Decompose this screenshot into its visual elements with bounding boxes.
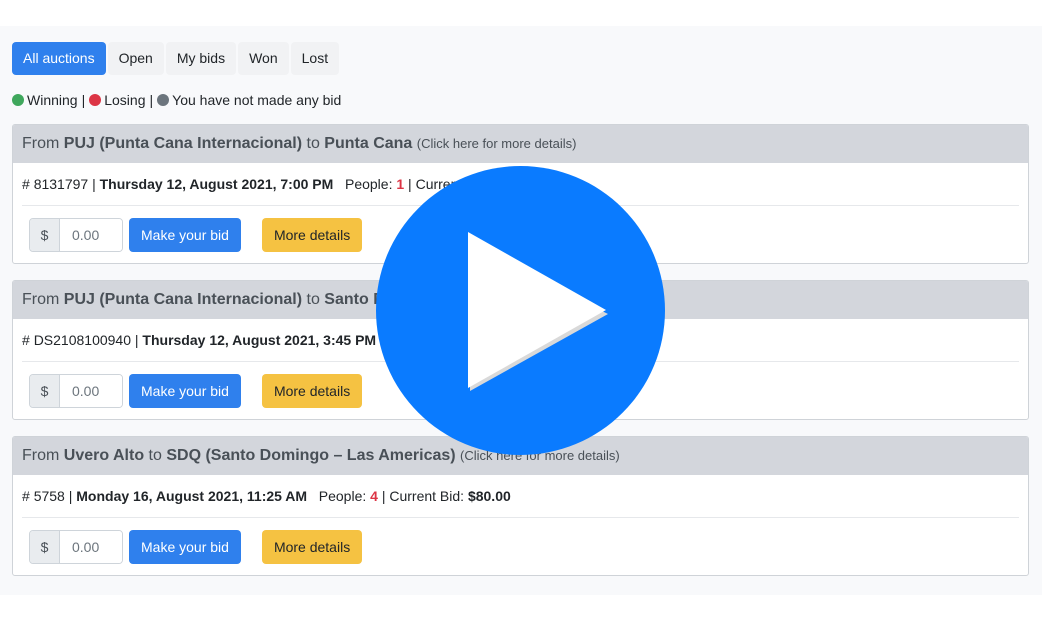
make-bid-button[interactable]: Make your bid xyxy=(129,529,241,564)
video-play-button[interactable] xyxy=(376,166,665,455)
route-origin: PUJ (Punta Cana Internacional) xyxy=(63,291,303,308)
info-separator: | xyxy=(68,488,73,504)
route-origin: Uvero Alto xyxy=(63,447,145,464)
auction-card: From Uvero Alto to SDQ (Santo Domingo – … xyxy=(12,436,1029,576)
tab-won[interactable]: Won xyxy=(238,42,289,75)
id-hash: # xyxy=(22,176,30,192)
auction-id: DS2108100940 xyxy=(33,332,131,348)
legend-no-bid: You have not made any bid xyxy=(172,92,342,108)
tab-my-bids[interactable]: My bids xyxy=(165,42,237,75)
auction-datetime: Thursday 12, August 2021, 7:00 PM xyxy=(99,176,334,192)
info-separator: | xyxy=(381,488,386,504)
losing-dot-icon xyxy=(89,94,102,106)
currency-prefix: $ xyxy=(30,530,60,563)
bid-amount-input[interactable] xyxy=(60,374,122,407)
more-details-button[interactable]: More details xyxy=(261,217,363,252)
make-bid-button[interactable]: Make your bid xyxy=(129,217,241,252)
legend-losing: Losing xyxy=(104,92,146,108)
auction-datetime: Monday 16, August 2021, 11:25 AM xyxy=(76,488,308,504)
id-hash: # xyxy=(22,332,30,348)
tab-all-auctions[interactable]: All auctions xyxy=(12,42,106,75)
route-origin: PUJ (Punta Cana Internacional) xyxy=(63,135,303,152)
auction-datetime: Thursday 12, August 2021, 3:45 PM xyxy=(142,332,377,348)
route-to-label: to xyxy=(306,135,320,152)
legend-winning: Winning xyxy=(27,92,78,108)
info-separator: | xyxy=(92,176,96,192)
auction-info-row: # 5758 | Monday 16, August 2021, 11:25 A… xyxy=(22,475,1019,518)
winning-dot-icon xyxy=(12,94,24,106)
info-separator: | xyxy=(134,332,139,348)
more-details-button[interactable]: More details xyxy=(261,373,363,408)
currency-prefix: $ xyxy=(30,374,60,407)
people-count: 4 xyxy=(370,488,378,504)
play-icon xyxy=(468,232,608,391)
legend-separator: | xyxy=(149,92,154,108)
route-from-label: From xyxy=(22,447,60,464)
bid-input-group: $ xyxy=(29,373,123,408)
id-hash: # xyxy=(22,488,30,504)
bid-amount-input[interactable] xyxy=(60,530,122,563)
bid-input-group: $ xyxy=(29,217,123,252)
bid-input-group: $ xyxy=(29,529,123,564)
current-bid-value: $80.00 xyxy=(467,488,511,504)
people-label: People: xyxy=(318,488,367,504)
route-to-label: to xyxy=(148,447,162,464)
bid-status-legend: Winning | Losing | You have not made any… xyxy=(12,92,341,108)
auction-filter-tabs: All auctions Open My bids Won Lost xyxy=(12,42,340,75)
currency-prefix: $ xyxy=(30,218,60,251)
more-details-button[interactable]: More details xyxy=(261,529,363,564)
route-destination: Punta Cana xyxy=(324,135,413,152)
route-from-label: From xyxy=(22,135,60,152)
auction-id: 5758 xyxy=(33,488,65,504)
tab-lost[interactable]: Lost xyxy=(290,42,340,75)
bid-actions: $ Make your bid More details xyxy=(13,518,1028,575)
current-bid-label: Current Bid: xyxy=(389,488,465,504)
auction-route-header[interactable]: From PUJ (Punta Cana Internacional) to P… xyxy=(13,125,1028,163)
make-bid-button[interactable]: Make your bid xyxy=(129,373,241,408)
details-hint-link[interactable]: (Click here for more details) xyxy=(417,136,577,151)
tab-open[interactable]: Open xyxy=(107,42,164,75)
bid-amount-input[interactable] xyxy=(60,218,122,251)
route-from-label: From xyxy=(22,291,60,308)
legend-separator: | xyxy=(81,92,86,108)
route-to-label: to xyxy=(306,291,320,308)
no-bid-dot-icon xyxy=(157,94,170,106)
auction-id: 8131797 xyxy=(33,176,89,192)
